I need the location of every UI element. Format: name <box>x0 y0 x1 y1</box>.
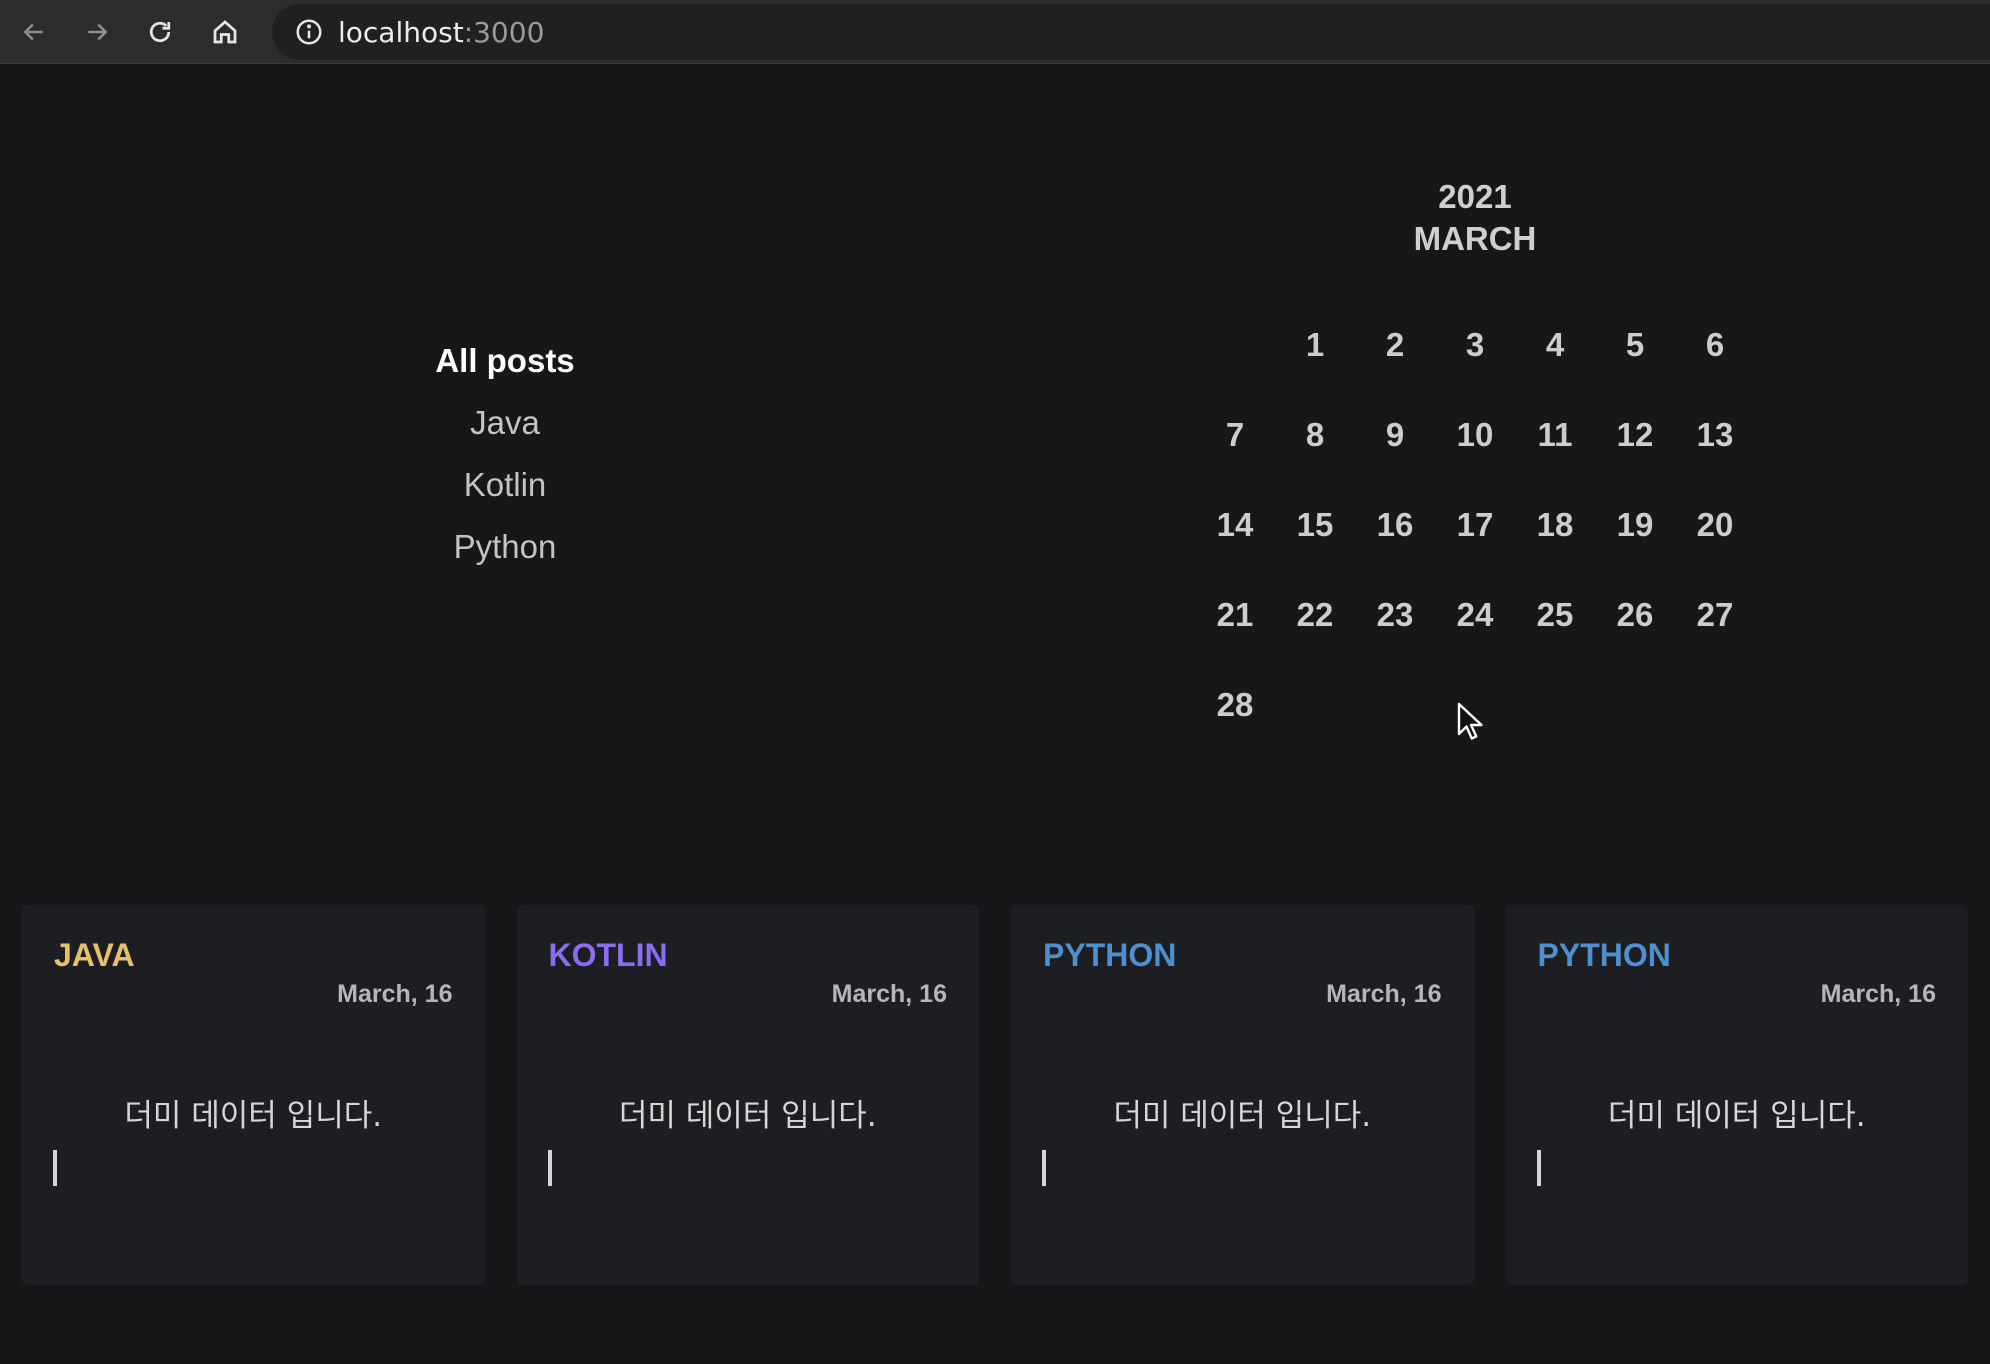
forward-button[interactable] <box>75 10 119 54</box>
calendar-empty-cell <box>1595 660 1675 750</box>
calendar-empty-cell <box>1355 660 1435 750</box>
text-caret <box>53 1150 57 1186</box>
calendar-day-12[interactable]: 12 <box>1595 390 1675 480</box>
post-category-tag[interactable]: PYTHON <box>1538 937 1671 974</box>
post-excerpt: 더미 데이터 입니다. <box>1607 1098 1866 1134</box>
calendar-day-6[interactable]: 6 <box>1675 300 1755 390</box>
calendar-day-20[interactable]: 20 <box>1675 480 1755 570</box>
calendar-grid: 1 2 3 4 5 6 7 8 9 10 11 12 13 14 15 16 17 18 19 20 21 22 23 24 2… <box>1195 300 1755 750</box>
reload-icon <box>149 21 171 43</box>
post-date: March, 16 <box>1820 980 1936 1008</box>
browser-toolbar: localhost:3000 <box>0 0 1990 64</box>
calendar-day-11[interactable]: 11 <box>1515 390 1595 480</box>
mouse-pointer-icon <box>1457 702 1483 740</box>
calendar-day-3[interactable]: 3 <box>1435 300 1515 390</box>
calendar-day-8[interactable]: 8 <box>1275 390 1355 480</box>
post-excerpt: 더미 데이터 입니다. <box>124 1098 383 1134</box>
calendar-empty-cell <box>1515 660 1595 750</box>
calendar-day-17[interactable]: 17 <box>1435 480 1515 570</box>
calendar-day-14[interactable]: 14 <box>1195 480 1275 570</box>
reload-button[interactable] <box>138 10 182 54</box>
home-button[interactable] <box>203 10 247 54</box>
post-category-tag[interactable]: JAVA <box>54 937 135 974</box>
info-icon <box>296 19 322 45</box>
category-kotlin[interactable]: Kotlin <box>464 454 547 516</box>
arrow-right-icon <box>88 23 108 41</box>
calendar-day-1[interactable]: 1 <box>1275 300 1355 390</box>
calendar-day-2[interactable]: 2 <box>1355 300 1435 390</box>
calendar-day-7[interactable]: 7 <box>1195 390 1275 480</box>
arrow-left-icon <box>23 23 43 41</box>
post-date: March, 16 <box>337 980 453 1008</box>
url-port: :3000 <box>463 15 545 49</box>
calendar-day-5[interactable]: 5 <box>1595 300 1675 390</box>
text-caret <box>1536 1150 1541 1186</box>
address-bar[interactable]: localhost:3000 <box>272 4 1990 60</box>
calendar-day-9[interactable]: 9 <box>1355 390 1435 480</box>
calendar-day-16[interactable]: 16 <box>1355 480 1435 570</box>
calendar-day-28[interactable]: 28 <box>1195 660 1275 750</box>
home-icon <box>213 20 237 44</box>
calendar-empty-cell <box>1195 300 1275 390</box>
calendar-header: 2021 MARCH <box>1375 176 1575 260</box>
calendar-day-24[interactable]: 24 <box>1435 570 1515 660</box>
calendar-day-10[interactable]: 10 <box>1435 390 1515 480</box>
post-excerpt: 더미 데이터 입니다. <box>1113 1098 1372 1134</box>
calendar-empty-cell <box>1275 660 1355 750</box>
url-host: localhost <box>338 15 464 49</box>
post-card[interactable]: JAVA March, 16 더미 데이터 입니다. <box>22 905 485 1285</box>
post-card[interactable]: KOTLIN March, 16 더미 데이터 입니다. <box>516 905 979 1285</box>
text-caret <box>547 1150 552 1186</box>
category-java[interactable]: Java <box>470 392 540 454</box>
calendar-day-13[interactable]: 13 <box>1675 390 1755 480</box>
calendar-day-21[interactable]: 21 <box>1195 570 1275 660</box>
calendar-empty-cell <box>1675 660 1755 750</box>
post-excerpt: 더미 데이터 입니다. <box>618 1098 877 1134</box>
post-date: March, 16 <box>1326 980 1442 1008</box>
calendar-day-23[interactable]: 23 <box>1355 570 1435 660</box>
post-card-list: JAVA March, 16 더미 데이터 입니다. KOTLIN March, 16 더… <box>22 905 1968 1285</box>
calendar-year: 2021 <box>1438 178 1512 215</box>
calendar-day-22[interactable]: 22 <box>1275 570 1355 660</box>
category-list: All posts Java Kotlin Python <box>380 330 630 578</box>
post-date: March, 16 <box>831 980 947 1008</box>
calendar-day-27[interactable]: 27 <box>1675 570 1755 660</box>
post-card[interactable]: PYTHON March, 16 더미 데이터 입니다. <box>1505 905 1968 1285</box>
text-caret <box>1042 1150 1046 1186</box>
post-category-tag[interactable]: PYTHON <box>1043 937 1176 974</box>
calendar-day-19[interactable]: 19 <box>1595 480 1675 570</box>
calendar-day-25[interactable]: 25 <box>1515 570 1595 660</box>
post-card[interactable]: PYTHON March, 16 더미 데이터 입니다. <box>1011 905 1474 1285</box>
post-category-tag[interactable]: KOTLIN <box>549 937 668 974</box>
calendar-day-26[interactable]: 26 <box>1595 570 1675 660</box>
calendar-month: MARCH <box>1413 220 1537 257</box>
calendar-day-4[interactable]: 4 <box>1515 300 1595 390</box>
category-python[interactable]: Python <box>454 516 557 578</box>
calendar-day-15[interactable]: 15 <box>1275 480 1355 570</box>
calendar-day-18[interactable]: 18 <box>1515 480 1595 570</box>
category-all-posts[interactable]: All posts <box>435 330 574 392</box>
back-button[interactable] <box>12 10 56 54</box>
